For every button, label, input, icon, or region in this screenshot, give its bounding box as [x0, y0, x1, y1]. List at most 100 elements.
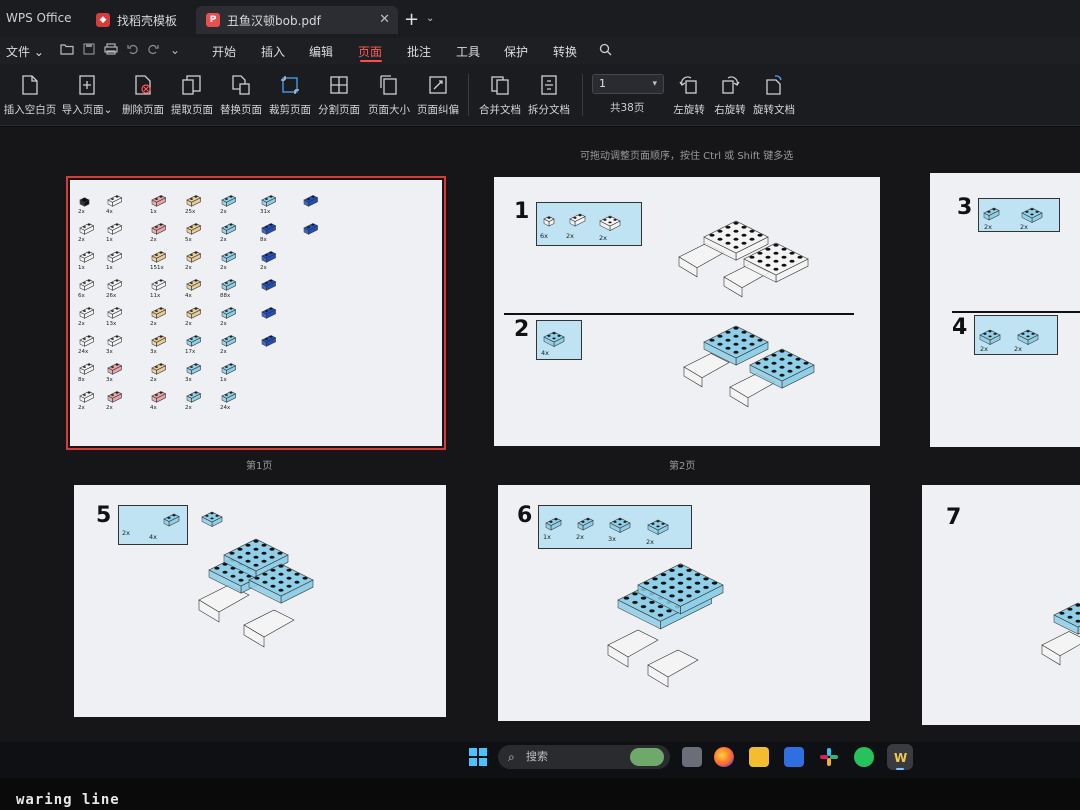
brick-stud [278, 580, 284, 584]
ribbon-label: 删除页面 [122, 104, 164, 116]
brick-stud [115, 363, 119, 366]
menu-tools[interactable]: 工具 [456, 43, 480, 60]
brick-stud [83, 366, 86, 368]
brick-stud [1026, 330, 1030, 333]
part-quantity: 24x [78, 349, 89, 355]
app-title[interactable]: WPS Office [6, 11, 72, 25]
brick-stud [677, 581, 684, 585]
page-label-2: 第2页 [669, 461, 696, 472]
brick-stud [111, 310, 114, 312]
wechat-icon[interactable] [854, 747, 874, 767]
menu-convert[interactable]: 转换 [553, 43, 577, 60]
brick-stud [115, 223, 119, 226]
brick-stud [733, 221, 739, 225]
undo-icon[interactable] [126, 43, 140, 57]
callout-brick [163, 513, 180, 527]
brick-stud [194, 279, 198, 282]
build-step-illustration [543, 213, 815, 408]
inventory-brick [79, 197, 90, 207]
redo-icon[interactable] [146, 43, 160, 57]
menu-page[interactable]: 页面 [358, 43, 382, 60]
part-quantity: 26x [106, 293, 117, 299]
brick-stud [311, 195, 315, 198]
page-thumbnail-workspace[interactable]: 可拖动调整页面顺序，按住 Ctrl 或 Shift 键多选 2x 2x 1x 6x 2x… [0, 127, 1080, 742]
brick-stud [225, 282, 228, 284]
import-page-icon [76, 74, 98, 96]
brick-stud [159, 195, 163, 198]
brick-stud [159, 251, 163, 254]
windows-start-icon[interactable] [468, 747, 488, 767]
new-tab-button[interactable]: + [404, 9, 419, 30]
inventory-brick [261, 307, 277, 319]
menu-protect[interactable]: 保护 [504, 43, 528, 60]
part-quantity: 1x [220, 377, 227, 383]
page-thumbnail-7[interactable]: 7 [922, 485, 1080, 725]
part-quantity: 2x [185, 265, 192, 271]
menu-home[interactable]: 开始 [212, 43, 236, 60]
brick-stud [229, 363, 233, 366]
deskew-page-button[interactable]: 页面纠偏 [408, 74, 468, 117]
menu-insert[interactable]: 插入 [261, 43, 285, 60]
wps-icon[interactable]: W [887, 744, 913, 770]
page-thumbnail-6[interactable]: 6 1x 2x 3x 2x [498, 485, 870, 721]
chevron-down-icon[interactable]: ⌄ [426, 13, 434, 24]
brick-stud [83, 254, 86, 256]
brick-stud [230, 574, 236, 578]
file-explorer-icon[interactable] [749, 747, 769, 767]
taskbar-search[interactable]: ⌕ 搜索 [498, 745, 670, 769]
brick-stud [765, 263, 771, 267]
search-icon[interactable] [598, 43, 612, 57]
rotate-doc-button[interactable]: 旋转文档 [744, 74, 804, 117]
brick-stud [669, 577, 675, 581]
menu-file[interactable]: 文件 ⌄ [6, 43, 44, 60]
menu-comment[interactable]: 批注 [407, 43, 431, 60]
brick-stud [159, 223, 163, 226]
feishu-icon[interactable] [784, 747, 804, 767]
brick-stud [618, 518, 622, 521]
part-quantity: 88x [220, 293, 231, 299]
page-thumbnail-5[interactable]: 5 2x 4x [74, 485, 446, 717]
brick-stud [115, 279, 119, 282]
page-thumbnail-3[interactable]: 3 2x 2x 4 2x 2x [930, 173, 1080, 447]
blank-page-icon [19, 74, 41, 96]
brick-stud [757, 259, 763, 263]
chevron-down-icon[interactable]: ⌄ [168, 43, 182, 57]
page-number-select[interactable]: 1 ▾ [592, 74, 664, 94]
brick-stud [578, 214, 582, 217]
firefox-icon[interactable] [714, 747, 734, 767]
brick-stud [159, 363, 163, 366]
split-doc-button[interactable]: 拆分文档 [519, 74, 579, 117]
brick-stud [307, 198, 310, 200]
brick-stud [1035, 211, 1039, 213]
brick-stud [87, 223, 91, 226]
brick-stud [547, 335, 551, 337]
part-quantity: 2x [106, 405, 113, 411]
slack-icon[interactable] [819, 747, 839, 767]
crop-page-icon [279, 74, 301, 96]
brick-stud [781, 263, 787, 267]
open-folder-icon[interactable] [60, 43, 74, 57]
brick-stud [269, 555, 275, 559]
tab-template-store[interactable]: ◆ 找稻壳模板 [86, 6, 196, 34]
brick-stud [733, 342, 739, 346]
import-page-button[interactable]: 导入页面⌄ [57, 74, 117, 117]
brick-stud [669, 594, 675, 598]
brick-stud [717, 334, 723, 338]
page-thumbnail-2[interactable]: 1 6x 2x 2x 2 4x [494, 177, 880, 446]
inventory-brick [79, 223, 95, 235]
print-icon[interactable] [104, 43, 118, 57]
brick-stud [733, 237, 739, 241]
save-icon[interactable] [82, 43, 96, 57]
tab-active-document[interactable]: P 丑鱼汉顿bob.pdf ✕ [196, 6, 398, 34]
brick-stud [1067, 615, 1073, 619]
close-icon[interactable]: ✕ [379, 12, 390, 27]
part-quantity: 2x [220, 237, 227, 243]
ribbon-label: 页面大小 [368, 104, 410, 116]
ribbon-label: 裁剪页面 [269, 104, 311, 116]
page-thumbnail-1[interactable]: 2x 2x 1x 6x 2x 24x 8x 2x 4x 1x 1x 26x 13x 3x 3x 2x 1x 2x 1… [66, 176, 446, 450]
brick-stud [270, 576, 276, 580]
menu-edit[interactable]: 编辑 [309, 43, 333, 60]
replace-page-icon [230, 74, 252, 96]
task-view-icon[interactable] [682, 747, 702, 767]
insert-blank-page-button[interactable]: 插入空白页 [0, 74, 60, 117]
